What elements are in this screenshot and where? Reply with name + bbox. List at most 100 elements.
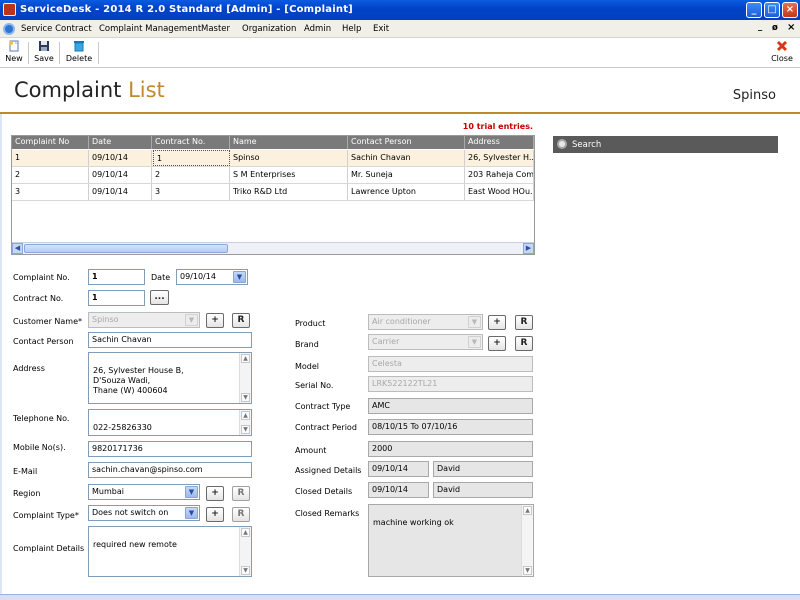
serial-no-input[interactable]: LRK522122TL21 xyxy=(368,376,533,392)
contact-person-input[interactable]: Sachin Chavan xyxy=(88,332,252,348)
close-button[interactable]: Close xyxy=(770,40,794,63)
brand-select[interactable]: Carrier ▼ xyxy=(368,334,483,350)
menu-complaint-management[interactable]: Complaint Management xyxy=(99,24,201,34)
scroll-left-arrow-icon[interactable]: ◀ xyxy=(12,243,23,254)
scroll-up-icon[interactable]: ▲ xyxy=(241,354,250,363)
organization-name: Spinso xyxy=(732,88,776,103)
add-complaint-type-button[interactable]: + xyxy=(206,507,224,522)
search-panel[interactable]: Search xyxy=(553,136,778,153)
address-scrollbar[interactable]: ▲ ▼ xyxy=(239,353,251,403)
chevron-down-icon[interactable]: ▼ xyxy=(185,486,198,498)
save-button[interactable]: Save xyxy=(33,40,55,63)
menu-admin[interactable]: Admin xyxy=(304,24,331,34)
date-label: Date xyxy=(151,273,171,282)
delete-button-label: Delete xyxy=(65,54,93,63)
contract-type-input[interactable]: AMC xyxy=(368,398,533,414)
closed-by-input[interactable]: David xyxy=(433,482,533,498)
closed-remarks-scrollbar[interactable]: ▲ ▼ xyxy=(521,505,533,576)
app-menu-icon[interactable] xyxy=(3,23,15,35)
grid-header-contract-no[interactable]: Contract No. xyxy=(152,136,230,149)
chevron-down-icon[interactable]: ▼ xyxy=(185,507,198,519)
contract-no-input[interactable]: 1 xyxy=(88,290,145,306)
grid-horizontal-scrollbar[interactable]: ◀ ▶ xyxy=(12,242,534,254)
table-row[interactable]: 2 09/10/14 2 S M Enterprises Mr. Suneja … xyxy=(12,167,534,184)
cell-contact-person: Mr. Suneja xyxy=(348,167,465,183)
toolbar-separator xyxy=(98,42,99,64)
menu-organization[interactable]: Organization xyxy=(242,24,296,34)
model-input[interactable]: Celesta xyxy=(368,356,533,372)
assigned-to-input[interactable]: David xyxy=(433,461,533,477)
mobile-input[interactable]: 9820171736 xyxy=(88,441,252,457)
address-textarea[interactable]: 26, Sylvester House B, D'Souza Wadi, Tha… xyxy=(88,352,252,404)
region-select[interactable]: Mumbai ▼ xyxy=(88,484,200,500)
refresh-region-button[interactable]: R xyxy=(232,486,250,501)
grid-header-contact-person[interactable]: Contact Person xyxy=(348,136,465,149)
serial-no-label: Serial No. xyxy=(295,381,334,390)
table-row[interactable]: 3 09/10/14 3 Triko R&D Ltd Lawrence Upto… xyxy=(12,184,534,201)
telephone-scrollbar[interactable]: ▲ ▼ xyxy=(239,410,251,435)
minimize-button[interactable]: _ xyxy=(746,2,762,18)
complaint-no-input[interactable]: 1 xyxy=(88,269,145,285)
scroll-down-icon[interactable]: ▼ xyxy=(241,566,250,575)
chevron-down-icon[interactable]: ▼ xyxy=(233,271,246,283)
amount-input[interactable]: 2000 xyxy=(368,441,533,457)
scrollbar-thumb[interactable] xyxy=(24,244,228,253)
scroll-up-icon[interactable]: ▲ xyxy=(241,528,250,537)
amount-label: Amount xyxy=(295,446,327,455)
contract-lookup-button[interactable]: ... xyxy=(150,290,169,305)
email-input[interactable]: sachin.chavan@spinso.com xyxy=(88,462,252,478)
closed-date-input[interactable]: 09/10/14 xyxy=(368,482,429,498)
scroll-down-icon[interactable]: ▼ xyxy=(241,425,250,434)
menu-service-contract[interactable]: Service Contract xyxy=(21,24,92,34)
complaint-grid[interactable]: Complaint No Date Contract No. Name Cont… xyxy=(11,135,535,255)
grid-header-address[interactable]: Address xyxy=(465,136,534,149)
complaint-type-select[interactable]: Does not switch on ▼ xyxy=(88,505,200,521)
grid-header-date[interactable]: Date xyxy=(89,136,152,149)
closed-remarks-label: Closed Remarks xyxy=(295,509,360,518)
refresh-customer-button[interactable]: R xyxy=(232,313,250,328)
mdi-restore-button[interactable]: ø xyxy=(772,23,778,33)
refresh-product-button[interactable]: R xyxy=(515,315,533,330)
close-window-button[interactable]: × xyxy=(782,2,798,18)
scroll-down-icon[interactable]: ▼ xyxy=(241,393,250,402)
close-x-icon xyxy=(776,40,788,52)
add-brand-button[interactable]: + xyxy=(488,336,506,351)
telephone-textarea[interactable]: 022-25826330 ▲ ▼ xyxy=(88,409,252,436)
product-select[interactable]: Air conditioner ▼ xyxy=(368,314,483,330)
mdi-close-button[interactable]: × xyxy=(787,22,795,33)
new-button[interactable]: New xyxy=(4,40,24,63)
status-bar xyxy=(0,594,800,600)
menu-help[interactable]: Help xyxy=(342,24,361,34)
table-row[interactable]: 1 09/10/14 1 Spinso Sachin Chavan 26, Sy… xyxy=(12,150,534,167)
grid-header-complaint-no[interactable]: Complaint No xyxy=(12,136,89,149)
address-label: Address xyxy=(13,364,45,373)
page-header: Complaint List Spinso xyxy=(0,70,800,114)
mdi-minimize-button[interactable]: _ xyxy=(758,22,762,32)
complaint-details-textarea[interactable]: required new remote ▲ ▼ xyxy=(88,526,252,577)
cell-name: Triko R&D Ltd xyxy=(230,184,348,200)
contract-period-input[interactable]: 08/10/15 To 07/10/16 xyxy=(368,419,533,435)
delete-button[interactable]: Delete xyxy=(64,40,94,63)
grid-header-name[interactable]: Name xyxy=(230,136,348,149)
refresh-brand-button[interactable]: R xyxy=(515,336,533,351)
date-picker[interactable]: 09/10/14 ▼ xyxy=(176,269,248,285)
add-customer-button[interactable]: + xyxy=(206,313,224,328)
menu-exit[interactable]: Exit xyxy=(373,24,389,34)
customer-name-select[interactable]: Spinso ▼ xyxy=(88,312,200,328)
scroll-up-icon[interactable]: ▲ xyxy=(241,411,250,420)
app-icon xyxy=(3,3,16,16)
assigned-date-input[interactable]: 09/10/14 xyxy=(368,461,429,477)
scroll-down-icon[interactable]: ▼ xyxy=(523,566,532,575)
maximize-button[interactable]: □ xyxy=(764,2,780,18)
complaint-details-scrollbar[interactable]: ▲ ▼ xyxy=(239,527,251,576)
add-product-button[interactable]: + xyxy=(488,315,506,330)
refresh-complaint-type-button[interactable]: R xyxy=(232,507,250,522)
contract-no-label: Contract No. xyxy=(13,294,64,303)
scroll-right-arrow-icon[interactable]: ▶ xyxy=(523,243,534,254)
menu-master[interactable]: Master xyxy=(201,24,230,34)
add-region-button[interactable]: + xyxy=(206,486,224,501)
scroll-up-icon[interactable]: ▲ xyxy=(523,506,532,515)
closed-remarks-textarea[interactable]: machine working ok ▲ ▼ xyxy=(368,504,534,577)
cell-address: 26, Sylvester H... xyxy=(465,150,534,166)
page-title-main: Complaint xyxy=(14,78,122,102)
